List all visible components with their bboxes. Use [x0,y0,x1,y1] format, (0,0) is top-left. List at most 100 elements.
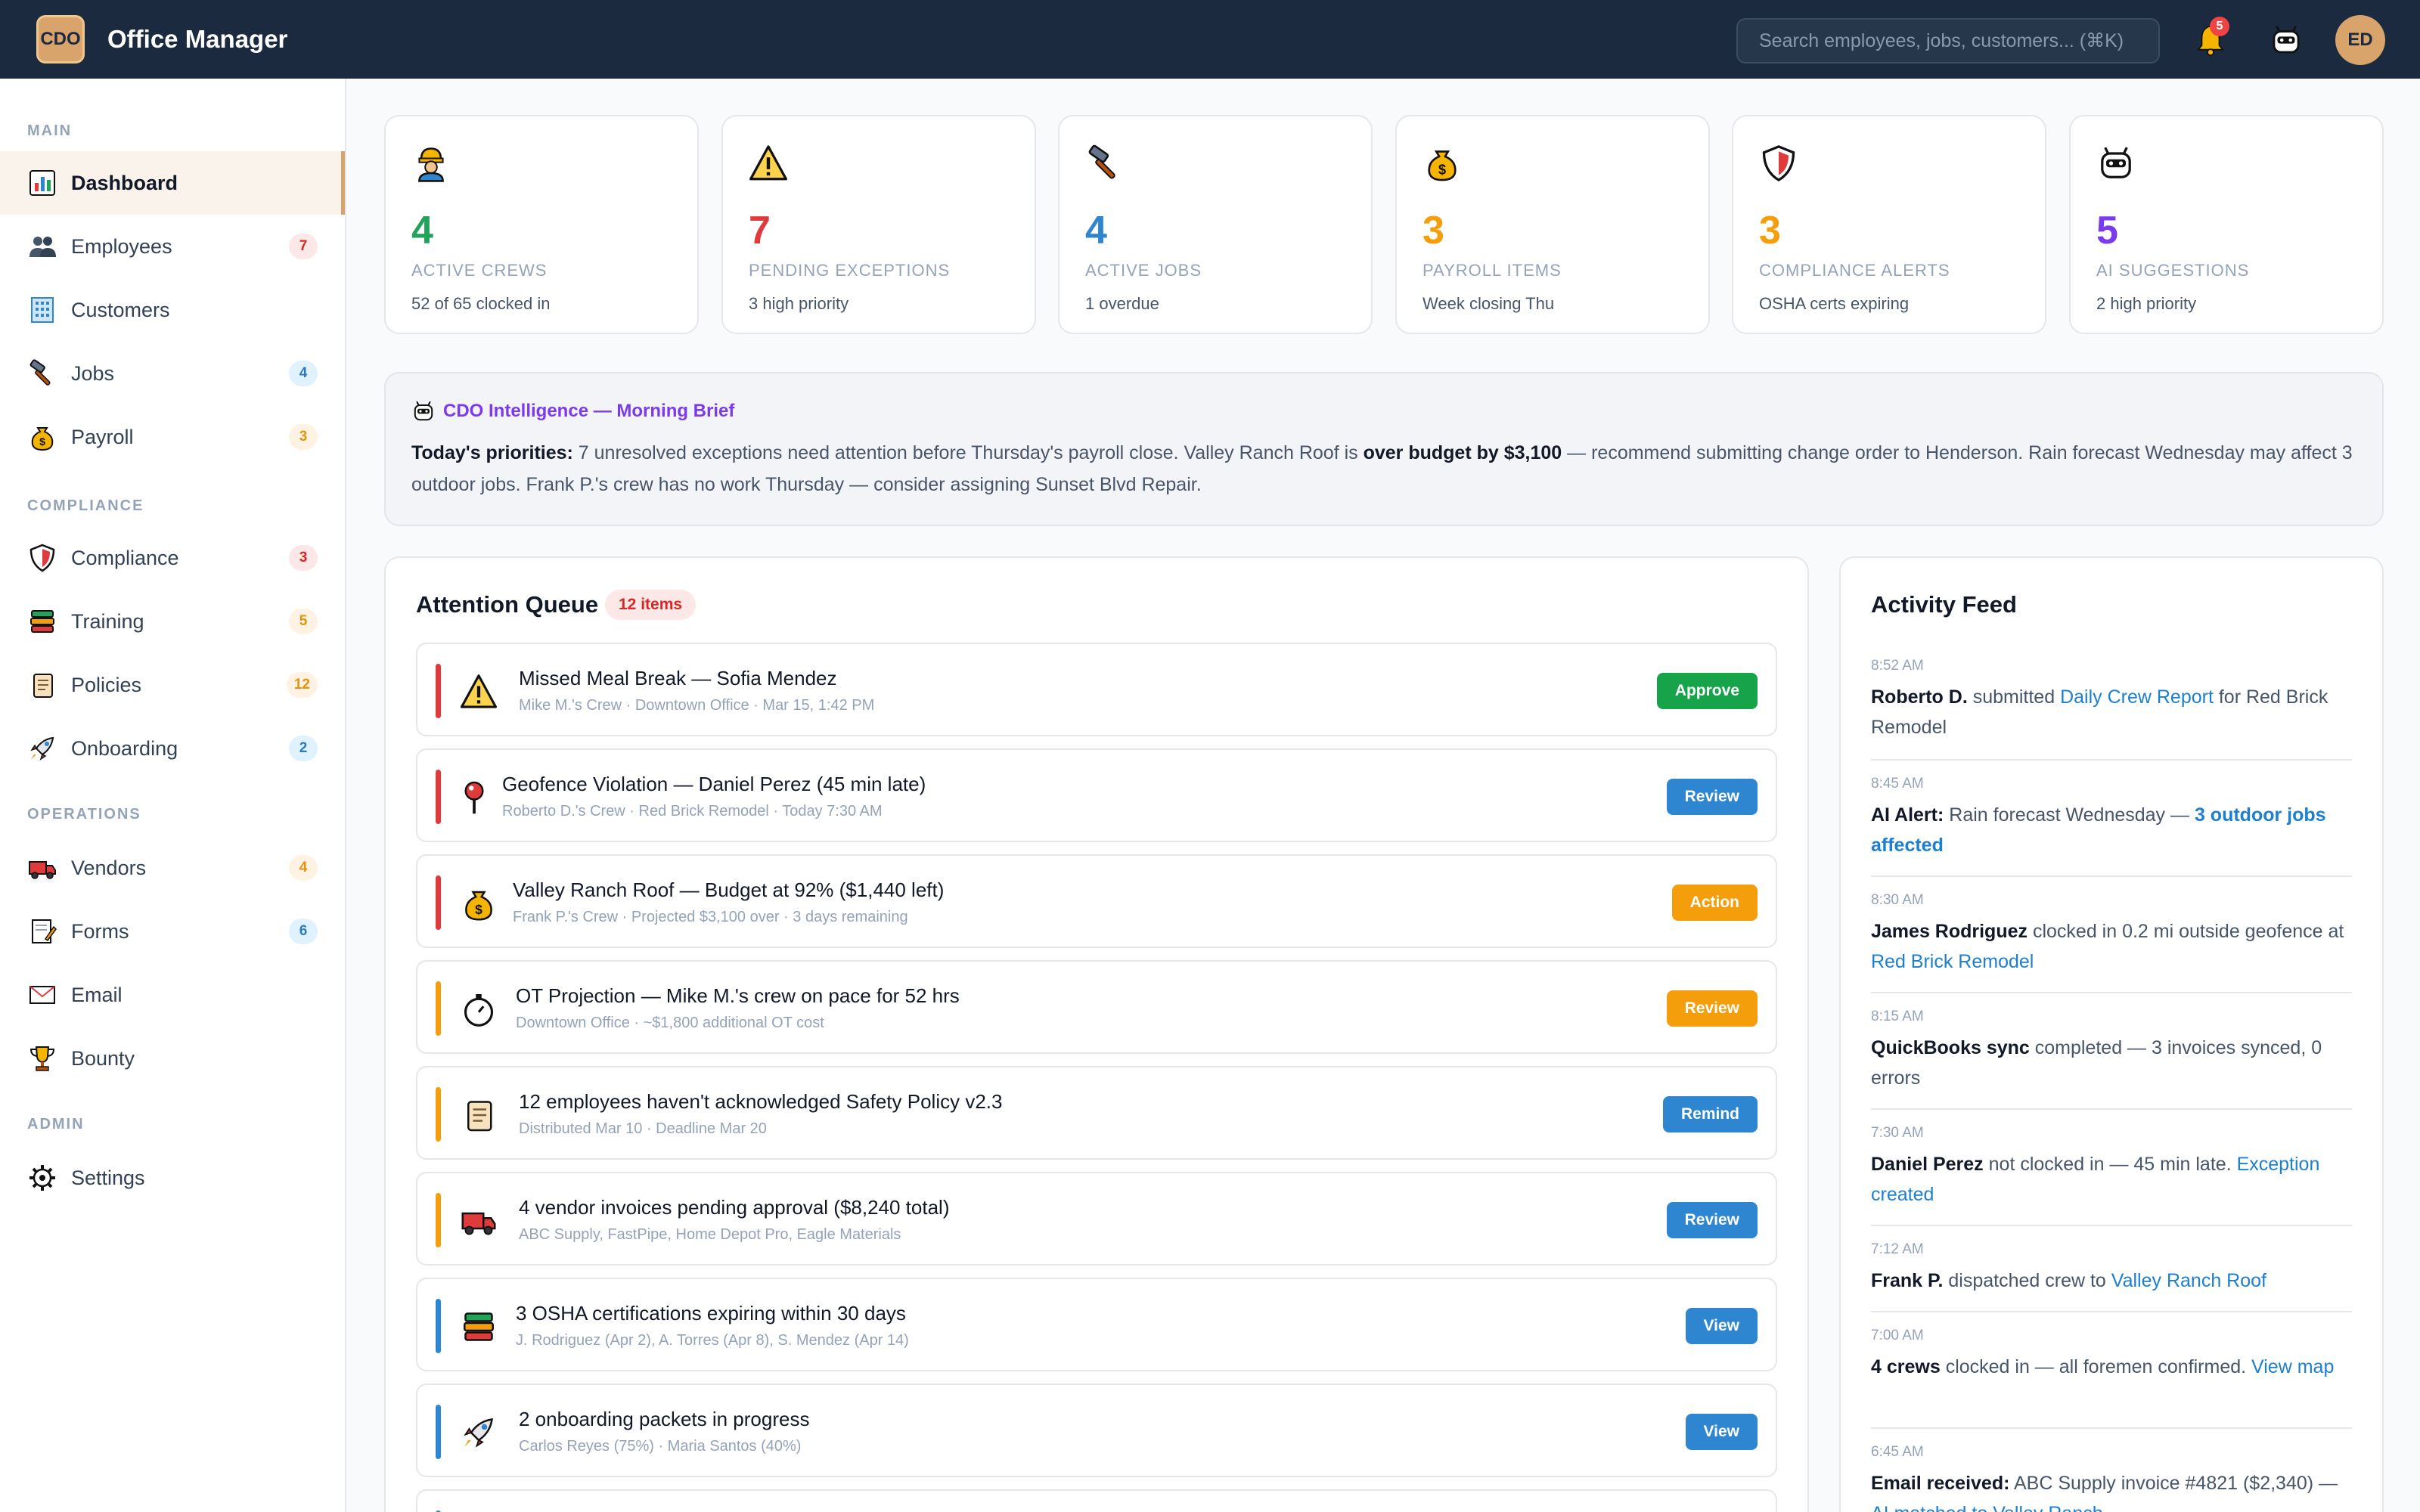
queue-item[interactable]: 4 vendor invoices pending approval ($8,2… [416,1172,1777,1266]
feed-item: 8:30 AM James Rodriguez clocked in 0.2 m… [1871,892,2352,993]
feed-link[interactable]: Red Brick Remodel [1871,951,2034,972]
truck-icon [27,853,57,883]
review-button[interactable]: Review [1666,1202,1758,1238]
sidebar-item-onboarding[interactable]: Onboarding 2 [0,717,345,780]
sidebar-item-label: Compliance [71,546,179,569]
brief-lead: Today's priorities: [411,442,573,463]
queue-item[interactable]: Valley Ranch Roof — Budget at 92% ($1,44… [416,854,1777,948]
priority-bar [436,1405,441,1459]
queue-item[interactable]: 12 employees haven't acknowledged Safety… [416,1066,1777,1160]
queue-title: Attention Queue [416,591,599,618]
queue-item[interactable]: Missed Meal Break — Sofia Mendez Mike M.… [416,643,1777,736]
gear-icon [27,1163,57,1193]
stat-card-active-crews[interactable]: 4 ACTIVE CREWS 52 of 65 clocked in [384,115,699,334]
feed-actor: Roberto D. [1871,686,1968,708]
sidebar-item-dashboard[interactable]: Dashboard [0,151,345,215]
feed-message: clocked in — all foremen confirmed. [1940,1356,2252,1377]
sidebar-item-payroll[interactable]: Payroll 3 [0,405,345,469]
feed-item: 8:52 AM Roberto D. submitted Daily Crew … [1871,658,2352,761]
queue-item[interactable]: 2 onboarding packets in progress Carlos … [416,1383,1777,1477]
feed-time: 8:30 AM [1871,892,1924,908]
stat-card-ai-suggestions[interactable]: 5 AI SUGGESTIONS 2 high priority [2069,115,2384,334]
sidebar-item-label: Employees [71,234,172,258]
view-button[interactable]: View [1685,1414,1758,1450]
brand-logo[interactable]: CDO [36,15,85,64]
queue-item[interactable]: OT Projection — Mike M.'s crew on pace f… [416,960,1777,1054]
feed-link[interactable]: AI matched to Valley Ranch [1871,1503,2103,1512]
queue-item-title: 3 OSHA certifications expiring within 30… [516,1302,906,1325]
action-button[interactable]: Action [1671,885,1758,921]
feed-text: AI Alert: Rain forecast Wednesday — 3 ou… [1871,800,2352,860]
priority-bar [436,1087,441,1142]
approve-button[interactable]: Approve [1656,673,1758,709]
review-button[interactable]: Review [1666,779,1758,815]
feed-item: 7:00 AM 4 crews clocked in — all foremen… [1871,1328,2352,1429]
stat-card-pending-exceptions[interactable]: 7 PENDING EXCEPTIONS 3 high priority [721,115,1036,334]
feed-message: clocked in 0.2 mi outside geofence at [2028,921,2344,942]
sidebar-item-jobs[interactable]: Jobs 4 [0,342,345,405]
robot-icon[interactable] [2269,23,2304,57]
books-icon [460,1308,498,1346]
feed-link[interactable]: Valley Ranch Roof [2111,1270,2266,1291]
envelope-icon [27,980,57,1010]
sidebar-item-email[interactable]: Email [0,963,345,1027]
queue-item-partial[interactable] [416,1489,1777,1512]
stat-card-active-jobs[interactable]: 4 ACTIVE JOBS 1 overdue [1058,115,1373,334]
feed-actor: James Rodriguez [1871,921,2028,942]
priority-bar [436,1299,441,1353]
sidebar-item-compliance[interactable]: Compliance 3 [0,526,345,590]
stat-subtext: Week closing Thu [1423,294,1555,313]
rocket-icon [27,733,57,764]
feed-text: Roberto D. submitted Daily Crew Report f… [1871,682,2352,742]
feed-message: ABC Supply invoice #4821 ($2,340) — [2009,1473,2338,1494]
feed-item: 7:12 AM Frank P. dispatched crew to Vall… [1871,1241,2352,1312]
queue-item-subtitle: Frank P.'s Crew · Projected $3,100 over … [513,909,908,925]
feed-actor: Frank P. [1871,1270,1944,1291]
worker-icon [411,144,451,183]
feed-text: Frank P. dispatched crew to Valley Ranch… [1871,1266,2352,1296]
notification-badge: 5 [2210,17,2229,36]
sidebar-item-label: Payroll [71,425,134,448]
queue-item[interactable]: Geofence Violation — Daniel Perez (45 mi… [416,748,1777,842]
search-input[interactable]: Search employees, jobs, customers... (⌘K… [1736,18,2160,64]
sidebar-item-employees[interactable]: Employees 7 [0,215,345,278]
scroll-icon [460,1096,498,1134]
brief-text-1: 7 unresolved exceptions need attention b… [572,442,1364,463]
queue-item-title: 2 onboarding packets in progress [519,1408,810,1430]
feed-link[interactable]: Daily Crew Report [2060,686,2214,708]
feed-link[interactable]: View map [2251,1356,2334,1377]
stat-label: PENDING EXCEPTIONS [749,261,951,280]
feed-time: 7:30 AM [1871,1125,1924,1141]
sidebar-item-vendors[interactable]: Vendors 4 [0,836,345,900]
sidebar-item-policies[interactable]: Policies 12 [0,653,345,717]
stat-card-payroll-items[interactable]: 3 PAYROLL ITEMS Week closing Thu [1395,115,1710,334]
sidebar-item-customers[interactable]: Customers [0,278,345,342]
sidebar-item-bounty[interactable]: Bounty [0,1027,345,1090]
attention-queue: Attention Queue 12 items Missed Meal Bre… [384,556,1809,1512]
stat-value: 4 [1085,209,1107,253]
feed-message: not clocked in — 45 min late. [1983,1154,2237,1175]
sidebar-item-training[interactable]: Training 5 [0,590,345,653]
stat-subtext: 1 overdue [1085,294,1159,313]
feed-text: Daniel Perez not clocked in — 45 min lat… [1871,1149,2352,1210]
view-button[interactable]: View [1685,1308,1758,1344]
review-button[interactable]: Review [1666,990,1758,1027]
sidebar-item-forms[interactable]: Forms 6 [0,900,345,963]
shield-icon [27,543,57,573]
stopwatch-icon [460,990,498,1028]
remind-button[interactable]: Remind [1662,1096,1758,1132]
sidebar: MAIN Dashboard Employees 7 Customers Job… [0,79,346,1512]
sidebar-item-settings[interactable]: Settings [0,1146,345,1210]
sidebar-item-label: Customers [71,298,170,321]
brief-title: CDO Intelligence — Morning Brief [443,401,735,421]
feed-text: James Rodriguez clocked in 0.2 mi outsid… [1871,916,2352,977]
avatar[interactable]: ED [2335,15,2385,65]
feed-text: QuickBooks sync completed — 3 invoices s… [1871,1033,2352,1093]
queue-item-subtitle: J. Rodriguez (Apr 2), A. Torres (Apr 8),… [516,1332,909,1349]
stat-card-compliance-alerts[interactable]: 3 COMPLIANCE ALERTS OSHA certs expiring [1732,115,2046,334]
sidebar-item-label: Onboarding [71,736,178,760]
feed-actor: QuickBooks sync [1871,1037,2030,1058]
sidebar-item-label: Policies [71,673,142,696]
queue-item[interactable]: 3 OSHA certifications expiring within 30… [416,1278,1777,1371]
feed-actor: 4 crews [1871,1356,1941,1377]
